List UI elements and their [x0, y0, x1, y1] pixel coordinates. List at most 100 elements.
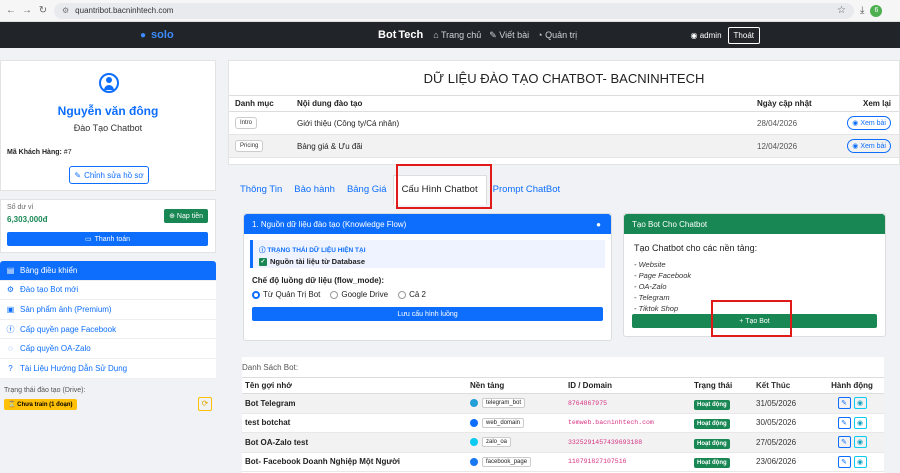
view-bot-icon[interactable]: ◉ — [853, 416, 867, 429]
bot-id: 110791827107516 — [568, 458, 627, 466]
data-status-box: ⓘ TRẠNG THÁI DỮ LIỆU HIỆN TẠI ✓ Nguồn tài… — [250, 240, 605, 268]
nav-write-post[interactable]: ✎ Viết bài — [489, 30, 529, 41]
image-icon: ▣ — [6, 304, 15, 314]
bot-table-header: Tên gợi nhớ Nền tảng ID / Domain Trạng t… — [242, 377, 884, 394]
nav-home[interactable]: ⌂ Trang chủ — [433, 30, 481, 40]
status-badge: Hoạt động — [694, 458, 730, 469]
radio-both[interactable]: Cả 2 — [398, 290, 426, 299]
current-user[interactable]: ◉ admin — [691, 31, 722, 40]
home-icon: ⌂ — [433, 30, 439, 40]
knowledge-flow-header: 1. Nguồn dữ liệu đào tạo (Knowledge Flow… — [244, 214, 611, 234]
brand-part-solo: solo — [151, 29, 174, 41]
menu-item-facebook[interactable]: ⓕ Cấp quyền page Facebook — [0, 319, 216, 340]
view-bot-icon[interactable]: ◉ — [853, 455, 867, 468]
highlight-tab-box — [396, 164, 492, 209]
bot-actions: ✎ ◉ — [820, 455, 884, 468]
drive-status: Trạng thái đào tạo (Drive): ⏳ Chưa train… — [0, 387, 216, 417]
view-bot-icon[interactable]: ◉ — [853, 436, 867, 449]
tab-prompt[interactable]: Prompt ChatBot — [487, 184, 567, 205]
edit-bot-icon[interactable]: ✎ — [837, 455, 851, 468]
status-badge: Hoạt động — [694, 419, 730, 430]
col-view: Xem lại — [862, 99, 891, 108]
bot-platform: telegram_bot — [470, 398, 568, 409]
view-bot-icon[interactable]: ◉ — [853, 397, 867, 410]
nav-admin-label: Quản trị — [545, 30, 578, 40]
bookmark-star-icon[interactable]: ☆ — [837, 5, 846, 16]
drive-status-badge: ⏳ Chưa train (1 đoạn) — [4, 398, 77, 410]
menu-item-docs[interactable]: ? Tài Liệu Hướng Dẫn Sử Dụng — [0, 358, 216, 379]
training-table-header: Danh mục Nội dung đào tạo Ngày cập nhật … — [229, 95, 899, 112]
bot-list-title: Danh Sách Bot: — [242, 362, 299, 372]
customer-code-label: Mã Khách Hàng: — [7, 149, 62, 156]
edit-bot-icon[interactable]: ✎ — [837, 436, 851, 449]
topup-label: Nạp tiền — [176, 213, 203, 220]
menu-label: Đào tạo Bot mới — [20, 285, 79, 295]
menu-item-train-bot[interactable]: ⚙ Đào tạo Bot mới — [0, 280, 216, 301]
highlight-create-button-box — [711, 300, 792, 337]
view-post-button[interactable]: ◉ Xem bài — [847, 139, 891, 153]
back-icon[interactable]: ← — [6, 5, 16, 16]
radio-google-drive[interactable]: Google Drive — [330, 290, 388, 299]
nav-home-label: Trang chủ — [441, 30, 482, 40]
edit-profile-button[interactable]: ✎ Chỉnh sửa hồ sơ — [69, 166, 149, 184]
profile-avatar[interactable]: 6 — [870, 4, 883, 17]
save-flow-button[interactable]: Lưu cấu hình luồng — [252, 307, 603, 321]
forward-icon[interactable]: → — [22, 5, 32, 16]
menu-item-dashboard[interactable]: ▤ Bảng điều khiển — [0, 261, 216, 281]
radio-from-admin[interactable]: Từ Quản Trị Bot — [252, 290, 320, 299]
refresh-icon[interactable]: ⟳ — [198, 396, 212, 411]
bot-status: Hoạt động — [694, 418, 756, 430]
platform-icon — [470, 438, 478, 447]
dashboard-icon: ▤ — [6, 265, 15, 275]
category-tag: Intro — [235, 117, 258, 129]
brand-part-tech: Tech — [398, 29, 424, 41]
create-bot-subtitle: Tạo Chatbot cho các nền tảng: — [634, 243, 758, 253]
menu-label: Cấp quyền page Facebook — [20, 324, 117, 334]
menu-item-premium-images[interactable]: ▣ Sản phẩm ảnh (Premium) — [0, 300, 216, 320]
row-content: Bảng giá & Ưu đãi — [297, 141, 363, 151]
platform-icon — [470, 399, 478, 408]
profile-card: Nguyễn văn đông Đào Tạo Chatbot Mã Khách… — [0, 60, 216, 191]
reload-icon[interactable]: ↻ — [38, 5, 48, 16]
col-category: Danh mục — [235, 99, 274, 108]
site-settings-icon[interactable]: ⚙ — [62, 6, 69, 15]
card-icon: ▭ — [84, 236, 92, 243]
view-post-button[interactable]: ◉ Xem bài — [847, 116, 891, 130]
nav-admin[interactable]: ◔ Quản trị — [537, 30, 577, 40]
col-id: ID / Domain — [568, 381, 613, 390]
tab-warranty[interactable]: Bảo hành — [288, 184, 341, 205]
topup-button[interactable]: ⊕ Nạp tiền — [164, 209, 208, 223]
drive-status-label: Trạng thái đào tạo (Drive): — [4, 386, 86, 394]
col-status: Trạng thái — [694, 381, 733, 390]
dot-icon: ● — [596, 219, 601, 229]
category-tag: Pricing — [235, 140, 264, 152]
profile-role: Đào Tạo Chatbot — [73, 123, 143, 133]
table-row: Bot Telegram telegram_bot 8764867975 Hoạt đ… — [242, 394, 884, 414]
bot-name: test botchat — [245, 418, 291, 428]
col-end: Kết Thúc — [756, 381, 791, 390]
bot-name: Bot- Facebook Doanh Nghiệp Một Người — [245, 457, 401, 467]
menu-label: Bảng điều khiển — [20, 265, 78, 275]
download-icon[interactable]: ⤓ — [860, 5, 864, 16]
radio-label: Cả 2 — [409, 290, 426, 299]
robot-icon: ⚙ — [6, 285, 15, 295]
training-data-card: DỮ LIỆU ĐÀO TẠO CHATBOT- BACNINHTECH Dan… — [228, 60, 900, 165]
bot-rows: Bot Telegram telegram_bot 8764867975 Hoạt đ… — [242, 394, 884, 472]
edit-bot-icon[interactable]: ✎ — [837, 416, 851, 429]
browser-toolbar: ← → ↻ ⚙ quantribot.bacninhtech.com ☆ ⤓ 6 — [0, 0, 900, 22]
status-badge: Hoạt động — [694, 399, 730, 410]
menu-item-zalo[interactable]: ◌ Cấp quyền OA-Zalo — [0, 339, 216, 359]
address-bar[interactable]: ⚙ quantribot.bacninhtech.com ☆ — [54, 2, 854, 19]
tab-pricing[interactable]: Bảng Giá — [341, 184, 393, 205]
logout-button[interactable]: Thoát — [727, 26, 760, 44]
edit-bot-icon[interactable]: ✎ — [837, 397, 851, 410]
table-row: Pricing Bảng giá & Ưu đãi 12/04/2026 ◉ Xe… — [229, 135, 899, 158]
pay-button[interactable]: ▭ Thanh toán — [7, 232, 208, 246]
status-value-text: Nguồn tài liệu từ Database — [270, 257, 366, 266]
brand-logo[interactable]: ● solo Bot Tech — [140, 29, 423, 41]
tab-info[interactable]: Thông Tin — [234, 184, 288, 205]
platform-item: - Page Facebook — [634, 271, 692, 280]
col-actions: Hành động — [831, 381, 873, 390]
platform-icon — [470, 457, 478, 466]
menu-label: Cấp quyền OA-Zalo — [20, 344, 91, 354]
